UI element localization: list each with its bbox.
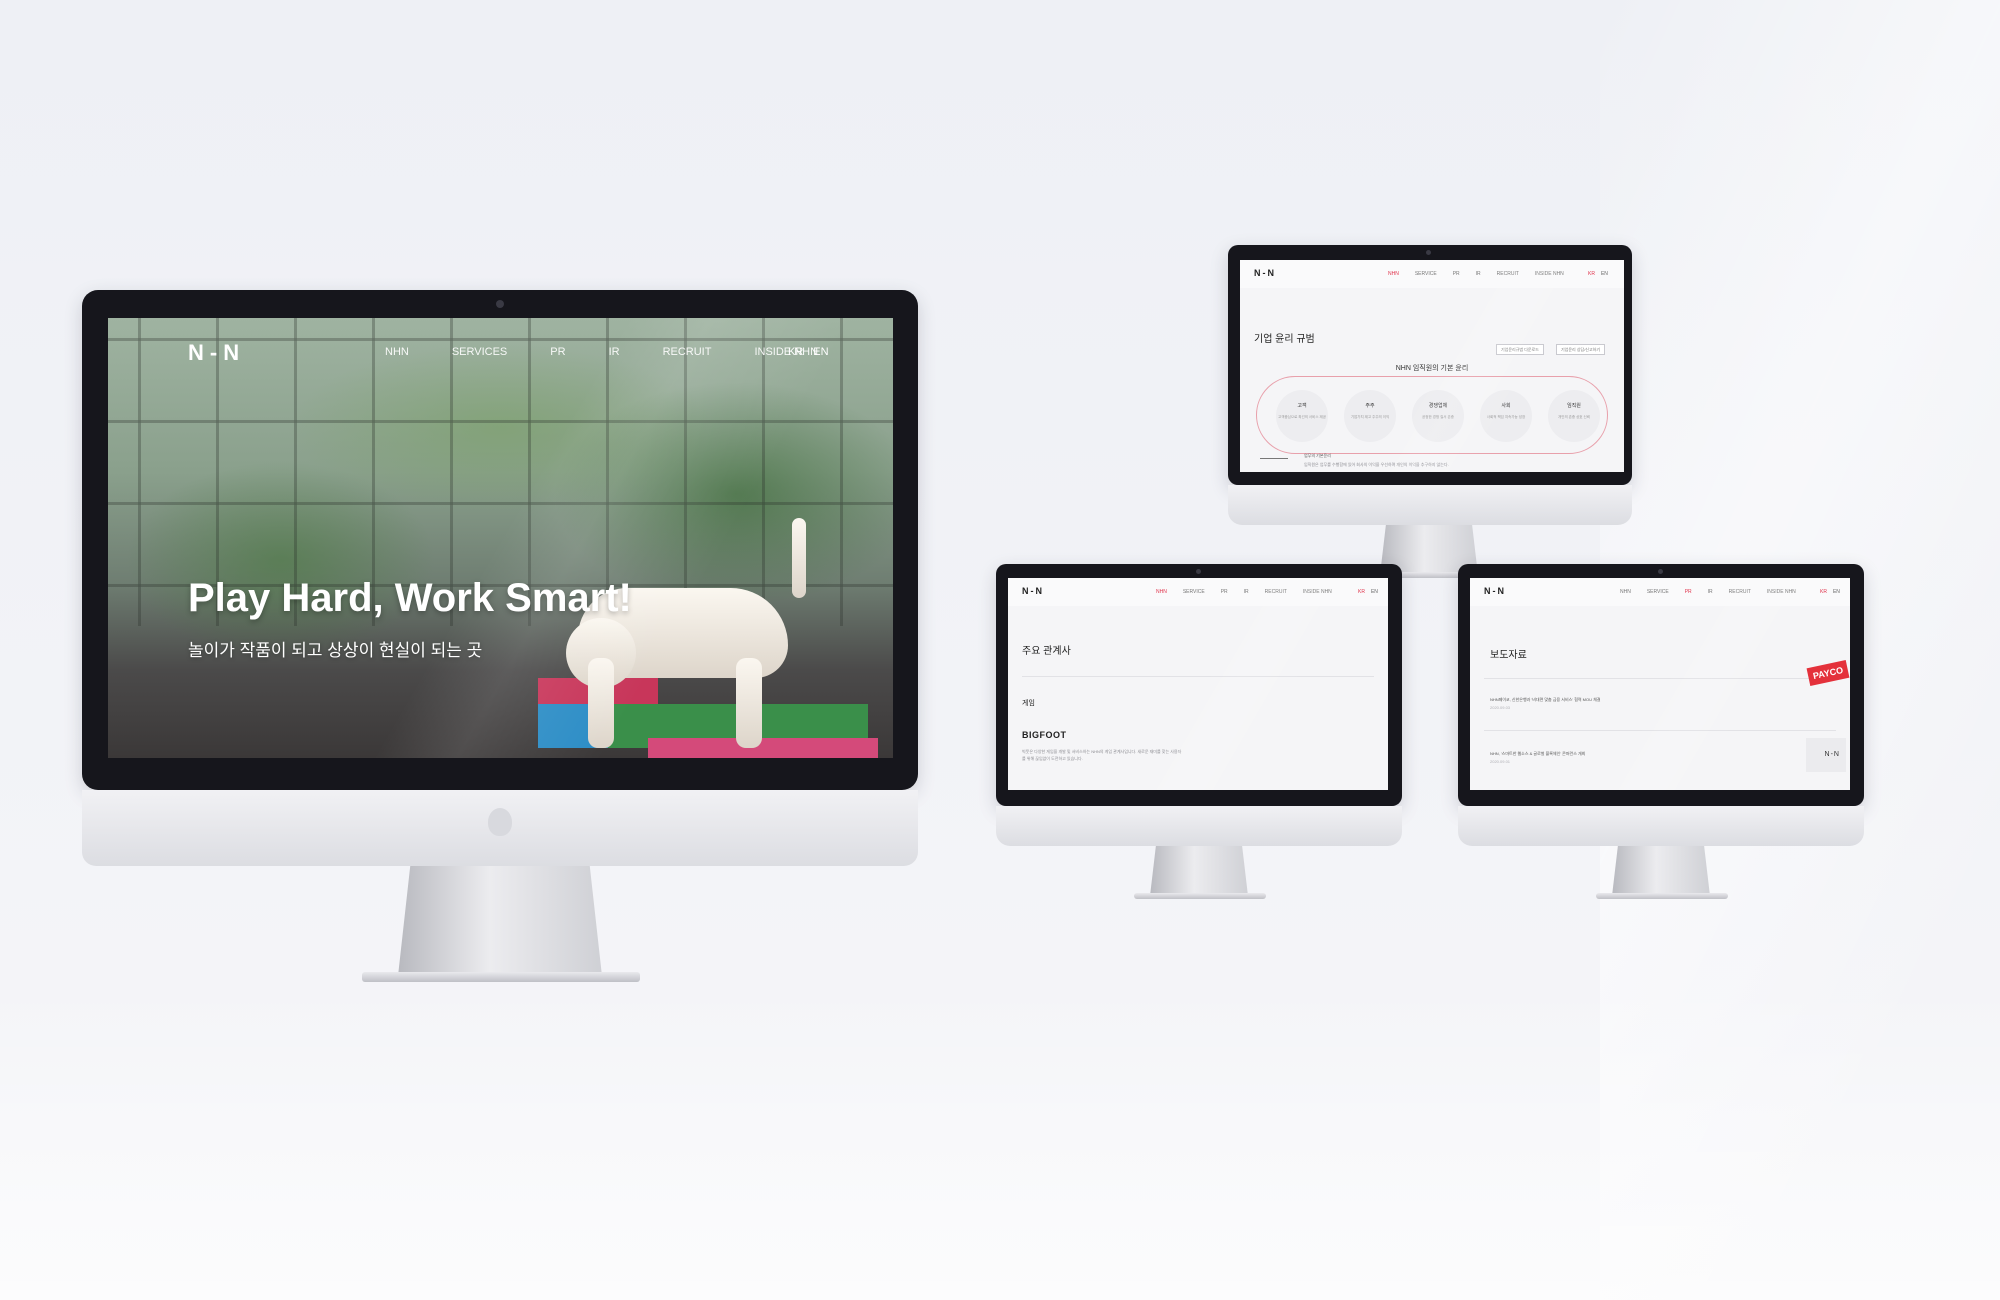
payco-logo: PAYCO [1806,660,1850,686]
section-heading: 업무의 기본윤리 [1304,453,1331,458]
large-monitor-screen: N-N NHN SERVICES PR IR RECRUIT INSIDE NH… [108,318,893,758]
hero-title: Play Hard, Work Smart! [188,576,632,620]
lang-kr[interactable]: KR [788,346,803,358]
press-screen: N-N NHN SERVICE PR IR RECRUIT INSIDE NHN… [1470,578,1850,790]
circle-shareholder: 주주 기업가치 제고 주주의 이익 [1344,390,1396,442]
nav-item-inside-nhn[interactable]: INSIDE NHN [1303,589,1332,595]
lang-en[interactable]: EN [1833,589,1840,595]
ethics-screen: N-N NHN SERVICE PR IR RECRUIT INSIDE NHN… [1240,260,1624,472]
large-monitor-foot [362,972,640,982]
lang-kr[interactable]: KR [1358,589,1365,595]
press-monitor-stand [1612,846,1710,896]
sculpture-leg [736,658,762,748]
circle-competitor: 경쟁업체 공정한 경쟁 질서 존중 [1412,390,1464,442]
hero-subtitle: 놀이가 작품이 되고 상상이 현실이 되는 곳 [188,641,483,660]
apple-logo-icon [488,808,512,836]
language-switch: KR EN [788,346,829,358]
page-title: 보도자료 [1490,650,1527,661]
lang-en[interactable]: EN [1371,589,1378,595]
nhn-logo[interactable]: N-N [1254,268,1276,278]
press-monitor-chin [1458,806,1864,846]
affiliates-monitor-foot [1134,893,1266,899]
lang-en[interactable]: EN [813,346,828,358]
ethics-monitor-chin [1228,485,1632,525]
bench-pink [648,738,878,758]
camera-icon [1426,250,1431,255]
nav-item-ir[interactable]: IR [1244,589,1249,595]
scale-icon [1260,458,1288,472]
nav-item-nhn[interactable]: NHN [385,346,409,358]
ethics-menu: NHN SERVICE PR IR RECRUIT INSIDE NHN [1388,271,1580,277]
nav-item-ir[interactable]: IR [609,346,620,358]
circle-society: 사회 사회적 책임 지속가능 성장 [1480,390,1532,442]
press-headline[interactable]: NHN, '스마트한 웹소스 & 글로벌 블록체인' 콘퍼런스 개최 [1490,750,1585,757]
nav-item-pr[interactable]: PR [1221,589,1228,595]
nav-item-pr[interactable]: PR [1685,589,1692,595]
press-monitor-foot [1596,893,1728,899]
affiliates-screen: N-N NHN SERVICE PR IR RECRUIT INSIDE NHN… [1008,578,1388,790]
nav-item-pr[interactable]: PR [1453,271,1460,277]
hero-navigation: N-N NHN SERVICES PR IR RECRUIT INSIDE NH… [108,318,893,378]
affiliates-menu: NHN SERVICE PR IR RECRUIT INSIDE NHN [1156,589,1348,595]
camera-icon [1196,569,1201,574]
nav-item-pr[interactable]: PR [550,346,565,358]
nav-item-nhn[interactable]: NHN [1156,589,1167,595]
divider [1022,676,1374,677]
press-date: 2020.09.03 [1490,705,1511,710]
screen-glare [1470,578,1850,790]
affiliates-monitor-chin [996,806,1402,846]
nav-item-recruit[interactable]: RECRUIT [1497,271,1519,277]
nav-item-recruit[interactable]: RECRUIT [1265,589,1287,595]
lang-kr[interactable]: KR [1820,589,1827,595]
sculpture-tail [792,518,806,598]
report-button[interactable]: 기업윤리 상담/신고하기 [1556,344,1606,355]
page-title: 기업 윤리 규범 [1254,334,1315,345]
camera-icon [496,300,504,308]
nav-item-recruit[interactable]: RECRUIT [663,346,712,358]
lang-en[interactable]: EN [1601,271,1608,277]
nav-item-services[interactable]: SERVICES [452,346,507,358]
category-label: 게임 [1022,700,1035,707]
nhn-thumb-logo: N-N [1824,751,1840,758]
nav-item-inside-nhn[interactable]: INSIDE NHN [1767,589,1796,595]
affiliates-nav: N-N NHN SERVICE PR IR RECRUIT INSIDE NHN… [1008,578,1388,606]
nhn-logo[interactable]: N-N [188,340,245,366]
divider [1484,730,1836,731]
ethics-nav: N-N NHN SERVICE PR IR RECRUIT INSIDE NHN… [1240,260,1624,288]
nav-item-service[interactable]: SERVICE [1183,589,1205,595]
circle-customer: 고객 고객중심으로 최선의 서비스 제공 [1276,390,1328,442]
nav-item-inside-nhn[interactable]: INSIDE NHN [1535,271,1564,277]
large-monitor-stand [398,866,602,976]
nav-item-nhn[interactable]: NHN [1388,271,1399,277]
section-text: 임직원은 업무를 수행함에 있어 회사의 이익을 우선하며 개인의 이익을 추구… [1304,462,1449,467]
nav-item-ir[interactable]: IR [1708,589,1713,595]
language-switch: KR EN [1588,271,1608,277]
language-switch: KR EN [1820,589,1840,595]
ethics-heading: NHN 임직원의 기본 윤리 [1240,363,1624,373]
nhn-logo[interactable]: N-N [1484,586,1506,596]
page-title: 주요 관계사 [1022,646,1071,657]
nav-item-recruit[interactable]: RECRUIT [1729,589,1751,595]
press-menu: NHN SERVICE PR IR RECRUIT INSIDE NHN [1620,589,1812,595]
sculpture-leg [588,658,614,748]
circle-employee: 임직원 개인의 존중 상호 신뢰 [1548,390,1600,442]
nhn-logo[interactable]: N-N [1022,586,1044,596]
nav-item-ir[interactable]: IR [1476,271,1481,277]
language-switch: KR EN [1358,589,1378,595]
lang-kr[interactable]: KR [1588,271,1595,277]
nav-item-service[interactable]: SERVICE [1647,589,1669,595]
camera-icon [1658,569,1663,574]
nav-item-service[interactable]: SERVICE [1415,271,1437,277]
press-nav: N-N NHN SERVICE PR IR RECRUIT INSIDE NHN… [1470,578,1850,606]
press-date: 2020.09.01 [1490,759,1511,764]
affiliates-monitor-stand [1150,846,1248,896]
press-headline[interactable]: NHN페이코, 신한은행과 '비대면 맞춤 금융 서비스' 협력 MOU 체결 [1490,696,1601,703]
nav-item-nhn[interactable]: NHN [1620,589,1631,595]
divider [1484,678,1836,679]
company-description: 빅풋은 다양한 게임을 개발 및 서비스하는 NHN의 게임 관계사입니다. 새… [1022,749,1182,761]
bigfoot-logo[interactable]: BIGFOOT [1022,730,1067,740]
download-button[interactable]: 기업윤리규범 다운로드 [1496,344,1544,355]
